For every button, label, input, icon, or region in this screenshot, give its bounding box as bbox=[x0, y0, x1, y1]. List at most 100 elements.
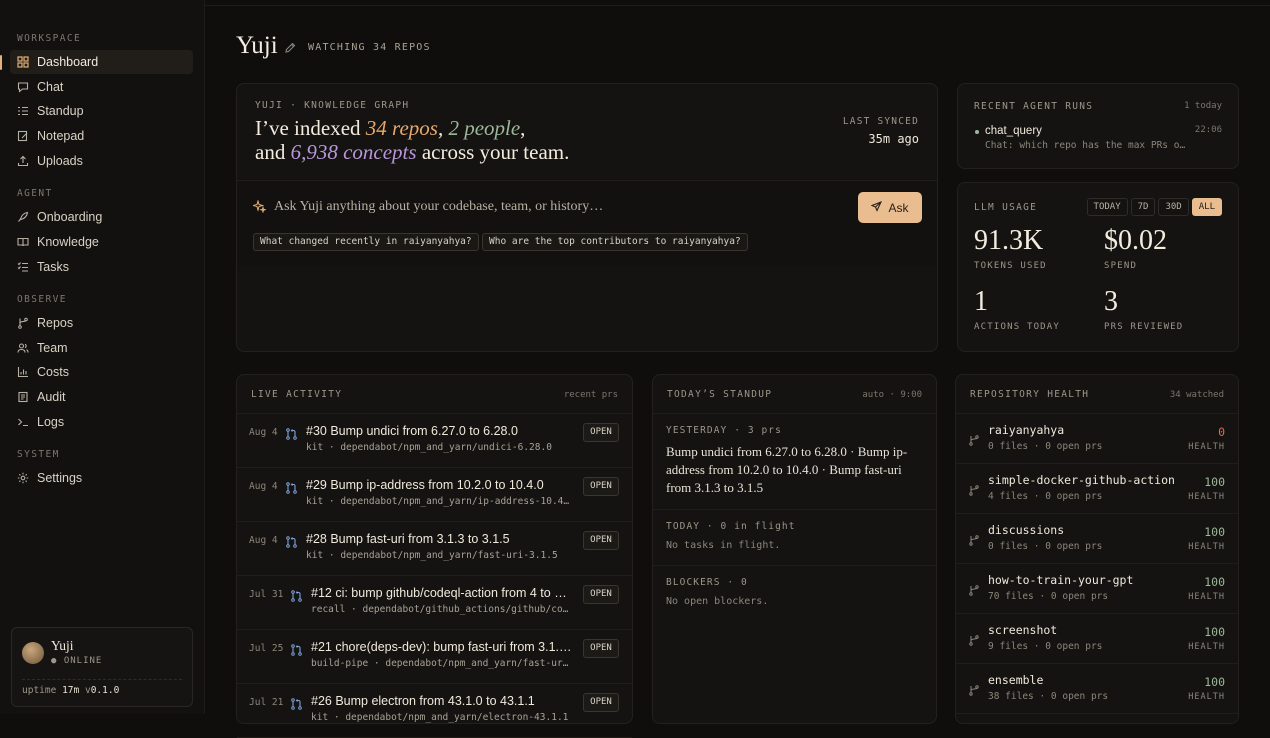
sidebar-item-knowledge[interactable]: Knowledge bbox=[10, 230, 193, 254]
card-header: TODAY’S STANDUP auto · 9:00 bbox=[653, 375, 936, 414]
rocket-icon bbox=[17, 211, 29, 223]
pr-row[interactable]: Aug 4 #28 Bump fast-uri from 3.1.3 to 3.… bbox=[237, 522, 632, 576]
run-name[interactable]: chat_query bbox=[985, 125, 1042, 137]
repo-name: ensemble bbox=[988, 673, 1044, 687]
repo-row[interactable]: how-to-train-your-gpt 70 files · 0 open … bbox=[956, 564, 1238, 614]
ask-input[interactable]: Ask Yuji anything about your codebase, t… bbox=[274, 199, 603, 215]
sidebar-item-repos[interactable]: Repos bbox=[10, 311, 193, 335]
user-name: Yuji bbox=[51, 638, 74, 653]
repo-name: simple-docker-github-action bbox=[988, 473, 1175, 487]
repo-meta: 0 files · 0 open prs bbox=[988, 541, 1103, 552]
sidebar-item-label: Dashboard bbox=[37, 55, 99, 69]
sidebar-item-tasks[interactable]: Tasks bbox=[10, 255, 193, 279]
metric-prs-reviewed: 3 PRS REVIEWED bbox=[1104, 287, 1183, 333]
health-score: 100 bbox=[1204, 475, 1225, 489]
knowledge-graph-card: YUJI · KNOWLEDGE GRAPH I’ve indexed 34 r… bbox=[236, 83, 938, 352]
tab-7d[interactable]: 7D bbox=[1130, 198, 1156, 216]
summary-text: and bbox=[255, 140, 291, 164]
suggestion-chip[interactable]: What changed recently in raiyanyahya? bbox=[253, 233, 479, 251]
card-header: REPOSITORY HEALTH 34 watched bbox=[956, 375, 1238, 414]
card-label: LIVE ACTIVITY bbox=[251, 389, 343, 400]
pencil-icon[interactable] bbox=[284, 41, 296, 59]
pull-request-icon bbox=[286, 481, 297, 499]
uptime-label: uptime bbox=[22, 685, 57, 696]
repo-row[interactable]: ensemble 38 files · 0 open prs 100 HEALT… bbox=[956, 664, 1238, 714]
pr-row[interactable]: Jul 31 #12 ci: bump github/codeql-action… bbox=[237, 576, 632, 630]
pr-date: Aug 4 bbox=[249, 427, 278, 438]
page-title: Yuji bbox=[236, 32, 278, 59]
user-card[interactable]: Yuji ● ONLINE uptime 17m v0.1.0 bbox=[11, 627, 193, 707]
sidebar-item-onboarding[interactable]: Onboarding bbox=[10, 205, 193, 229]
pr-row[interactable]: Aug 4 #30 Bump undici from 6.27.0 to 6.2… bbox=[237, 414, 632, 468]
sidebar-item-standup[interactable]: Standup bbox=[10, 99, 193, 123]
ask-button[interactable]: Ask bbox=[858, 192, 922, 223]
sidebar-item-logs[interactable]: Logs bbox=[10, 410, 193, 434]
bar-chart-icon bbox=[17, 366, 29, 378]
pr-row[interactable]: Jul 25 #21 chore(deps-dev): bump fast-ur… bbox=[237, 630, 632, 684]
repo-row[interactable]: simple-docker-github-action 4 files · 0 … bbox=[956, 464, 1238, 514]
tab-30d[interactable]: 30D bbox=[1158, 198, 1189, 216]
health-label: HEALTH bbox=[1188, 442, 1225, 452]
section-label: BLOCKERS · 0 bbox=[666, 577, 748, 588]
repo-meta: 70 files · 0 open prs bbox=[988, 591, 1109, 602]
sidebar-item-label: Repos bbox=[37, 316, 74, 330]
repo-row[interactable]: raiyanyahya 0 files · 0 open prs 0 HEALT… bbox=[956, 414, 1238, 464]
sidebar-item-dashboard[interactable]: Dashboard bbox=[10, 50, 193, 74]
repo-row[interactable]: discussions 0 files · 0 open prs 100 HEA… bbox=[956, 514, 1238, 564]
sidebar-item-notepad[interactable]: Notepad bbox=[10, 124, 193, 148]
repos-count[interactable]: 34 repos bbox=[366, 116, 438, 140]
sidebar-item-audit[interactable]: Audit bbox=[10, 385, 193, 409]
concepts-count[interactable]: 6,938 concepts bbox=[291, 140, 417, 164]
sidebar-item-costs[interactable]: Costs bbox=[10, 360, 193, 384]
pr-title: #29 Bump ip-address from 10.2.0 to 10.4.… bbox=[306, 478, 544, 492]
sidebar-item-team[interactable]: Team bbox=[10, 336, 193, 360]
metric-actions: 1 ACTIONS TODAY bbox=[974, 286, 1060, 333]
active-indicator bbox=[0, 55, 2, 70]
health-score: 100 bbox=[1204, 575, 1225, 589]
chat-icon bbox=[17, 81, 29, 93]
pr-row[interactable]: Jul 21 #26 Bump electron from 43.1.0 to … bbox=[237, 684, 632, 738]
health-label: HEALTH bbox=[1188, 592, 1225, 602]
sidebar-item-chat[interactable]: Chat bbox=[10, 75, 193, 99]
suggestion-chip[interactable]: Who are the top contributors to raiyanya… bbox=[482, 233, 748, 251]
metric-spend: $0.02 SPEND bbox=[1104, 226, 1167, 272]
metric-value: 1 bbox=[974, 286, 988, 317]
summary-text: I’ve indexed bbox=[255, 116, 366, 140]
terminal-icon bbox=[17, 416, 29, 428]
pr-date: Aug 4 bbox=[249, 535, 278, 546]
sidebar-item-label: Standup bbox=[37, 104, 84, 118]
sidebar-item-settings[interactable]: Settings bbox=[10, 466, 193, 490]
sidebar-item-label: Uploads bbox=[37, 154, 83, 168]
grid-icon bbox=[17, 56, 29, 68]
health-score: 0 bbox=[1218, 425, 1225, 439]
recent-agent-runs-card: RECENT AGENT RUNS 1 today chat_query 22:… bbox=[957, 83, 1239, 169]
sidebar-item-label: Costs bbox=[37, 365, 69, 379]
notepad-icon bbox=[17, 130, 29, 142]
branch-icon bbox=[17, 317, 29, 329]
status-dot bbox=[975, 130, 979, 134]
people-count[interactable]: 2 people bbox=[448, 116, 520, 140]
pr-branch: build-pipe · dependabot/npm_and_yarn/fas… bbox=[311, 658, 569, 669]
repo-row[interactable]: screenshot 9 files · 0 open prs 100 HEAL… bbox=[956, 614, 1238, 664]
health-score: 100 bbox=[1204, 675, 1225, 689]
user-status: ● ONLINE bbox=[51, 656, 103, 666]
repository-health-card: REPOSITORY HEALTH 34 watched raiyanyahya… bbox=[955, 374, 1239, 724]
knowledge-summary: I’ve indexed 34 repos, 2 people, and 6,9… bbox=[255, 116, 815, 164]
sidebar-item-uploads[interactable]: Uploads bbox=[10, 149, 193, 173]
version-value: 0.1.0 bbox=[90, 685, 120, 696]
pr-row[interactable]: Aug 4 #29 Bump ip-address from 10.2.0 to… bbox=[237, 468, 632, 522]
standup-today: TODAY · 0 in flight No tasks in flight. bbox=[653, 510, 936, 566]
metric-label: TOKENS USED bbox=[974, 261, 1047, 271]
tab-today[interactable]: TODAY bbox=[1086, 198, 1128, 216]
status-badge: OPEN bbox=[583, 693, 619, 712]
summary-text: , bbox=[437, 116, 449, 140]
pr-title: #28 Bump fast-uri from 3.1.3 to 3.1.5 bbox=[306, 532, 510, 546]
sidebar-item-label: Onboarding bbox=[37, 210, 103, 224]
sidebar-item-label: Tasks bbox=[37, 260, 69, 274]
status-badge: OPEN bbox=[583, 531, 619, 550]
pull-request-icon bbox=[286, 427, 297, 445]
runs-count: 1 today bbox=[1184, 101, 1222, 111]
tab-all[interactable]: ALL bbox=[1191, 198, 1222, 216]
summary-text: , bbox=[520, 116, 526, 140]
tasks-icon bbox=[17, 261, 29, 273]
